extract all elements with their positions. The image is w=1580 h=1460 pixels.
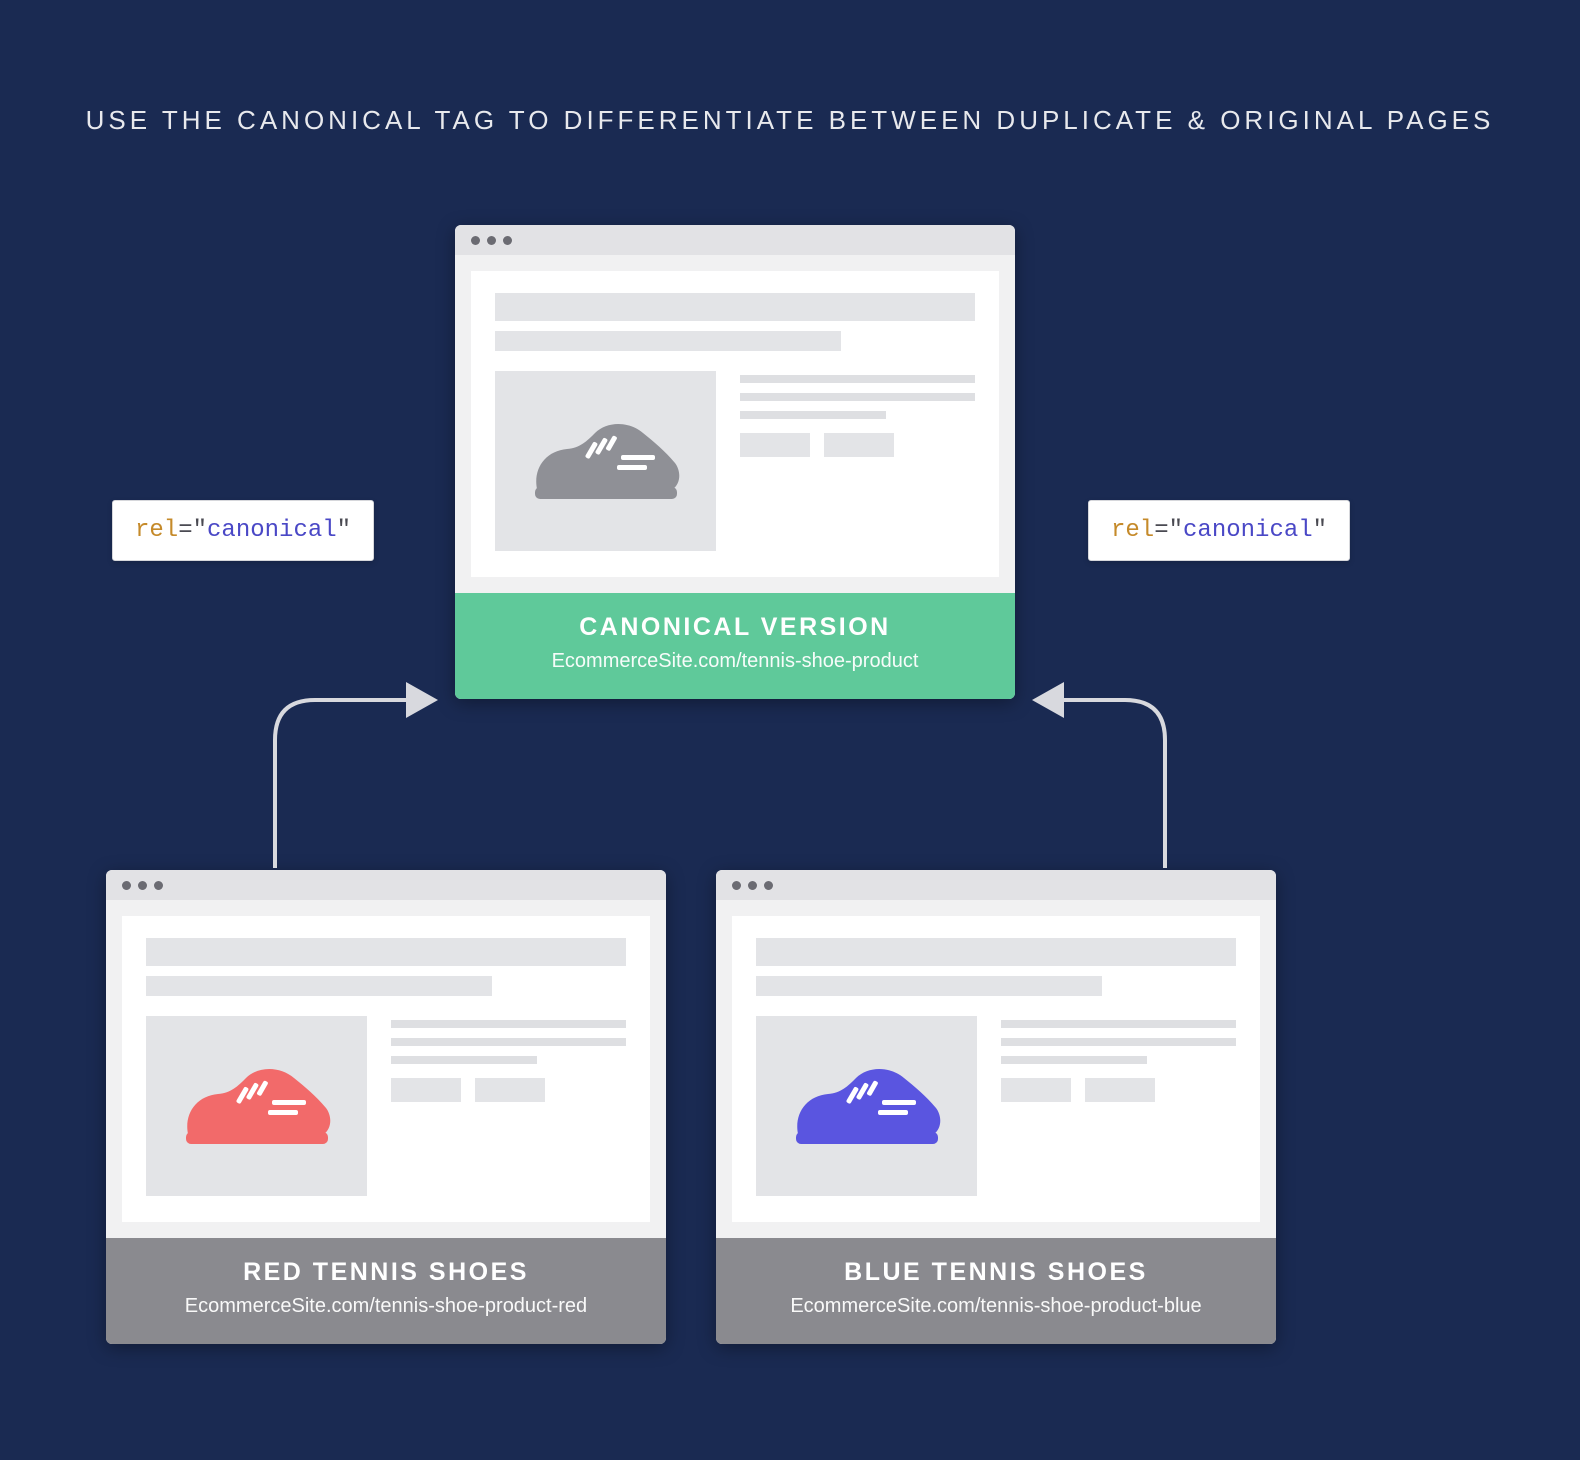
- window-dot-icon: [748, 881, 757, 890]
- window-dot-icon: [732, 881, 741, 890]
- arrow-left-icon: [275, 700, 430, 868]
- shoe-icon: [176, 1056, 336, 1156]
- window-dot-icon: [122, 881, 131, 890]
- window-title-bar: [106, 870, 666, 900]
- product-thumbnail: [756, 1016, 977, 1196]
- tag-eq: =: [178, 517, 192, 544]
- page-skeleton: [732, 916, 1260, 1222]
- window-dot-icon: [154, 881, 163, 890]
- window-title-bar: [716, 870, 1276, 900]
- tag-quote: ": [337, 517, 351, 544]
- window-dot-icon: [764, 881, 773, 890]
- window-dot-icon: [487, 236, 496, 245]
- tag-label-right: rel="canonical": [1088, 500, 1350, 561]
- card-heading: RED TENNIS SHOES: [116, 1258, 656, 1287]
- page-skeleton: [471, 271, 999, 577]
- shoe-icon: [786, 1056, 946, 1156]
- card-url: EcommerceSite.com/tennis-shoe-product-re…: [116, 1295, 656, 1318]
- card-url: EcommerceSite.com/tennis-shoe-product: [465, 650, 1005, 673]
- tag-quote: ": [1313, 517, 1327, 544]
- window-dot-icon: [471, 236, 480, 245]
- page-skeleton: [122, 916, 650, 1222]
- card-red: RED TENNIS SHOES EcommerceSite.com/tenni…: [106, 870, 666, 1344]
- window-title-bar: [455, 225, 1015, 255]
- product-thumbnail: [146, 1016, 367, 1196]
- window-dot-icon: [503, 236, 512, 245]
- card-url: EcommerceSite.com/tennis-shoe-product-bl…: [726, 1295, 1266, 1318]
- tag-value: canonical: [1183, 517, 1313, 544]
- window-dot-icon: [138, 881, 147, 890]
- tag-eq: =: [1154, 517, 1168, 544]
- shoe-icon: [525, 411, 685, 511]
- tag-attr: rel: [1111, 517, 1154, 544]
- card-footer: RED TENNIS SHOES EcommerceSite.com/tenni…: [106, 1238, 666, 1344]
- card-footer: CANONICAL VERSION EcommerceSite.com/tenn…: [455, 593, 1015, 699]
- product-thumbnail: [495, 371, 716, 551]
- card-footer: BLUE TENNIS SHOES EcommerceSite.com/tenn…: [716, 1238, 1276, 1344]
- tag-quote: ": [193, 517, 207, 544]
- card-heading: CANONICAL VERSION: [465, 613, 1005, 642]
- arrow-right-icon: [1040, 700, 1165, 868]
- tag-value: canonical: [207, 517, 337, 544]
- tag-attr: rel: [135, 517, 178, 544]
- card-canonical: CANONICAL VERSION EcommerceSite.com/tenn…: [455, 225, 1015, 699]
- tag-label-left: rel="canonical": [112, 500, 374, 561]
- tag-quote: ": [1169, 517, 1183, 544]
- card-heading: BLUE TENNIS SHOES: [726, 1258, 1266, 1287]
- card-blue: BLUE TENNIS SHOES EcommerceSite.com/tenn…: [716, 870, 1276, 1344]
